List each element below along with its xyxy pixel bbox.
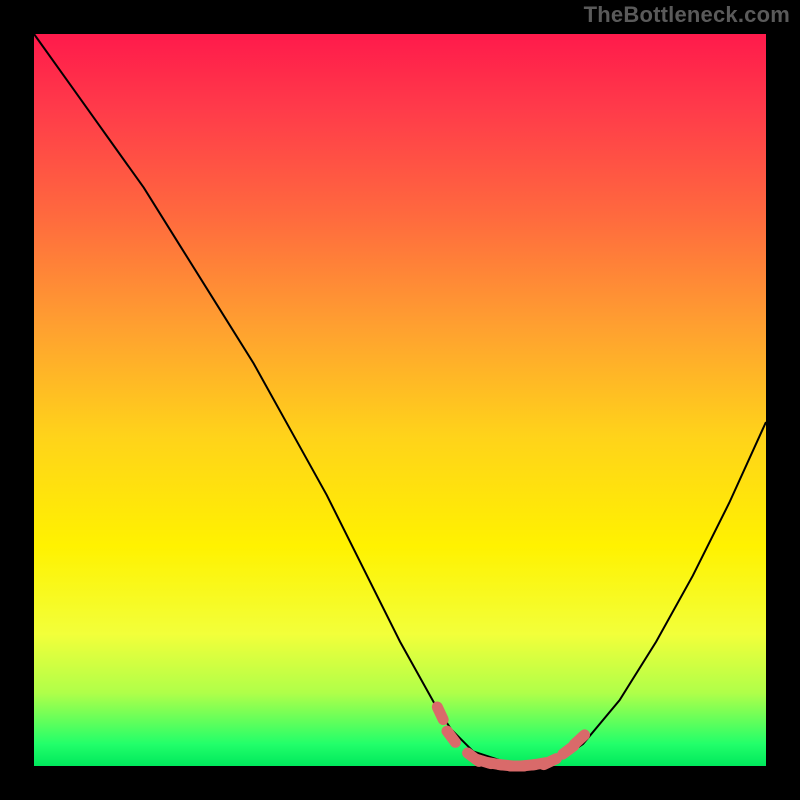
curve-svg (34, 34, 766, 766)
valley-marker (574, 735, 584, 745)
valley-marker (447, 731, 455, 742)
valley-marker (544, 759, 557, 765)
plot-area (34, 34, 766, 766)
valley-marker (437, 707, 443, 720)
watermark-text: TheBottleneck.com (584, 2, 790, 28)
chart-frame: TheBottleneck.com (0, 0, 800, 800)
bottleneck-curve (34, 34, 766, 766)
